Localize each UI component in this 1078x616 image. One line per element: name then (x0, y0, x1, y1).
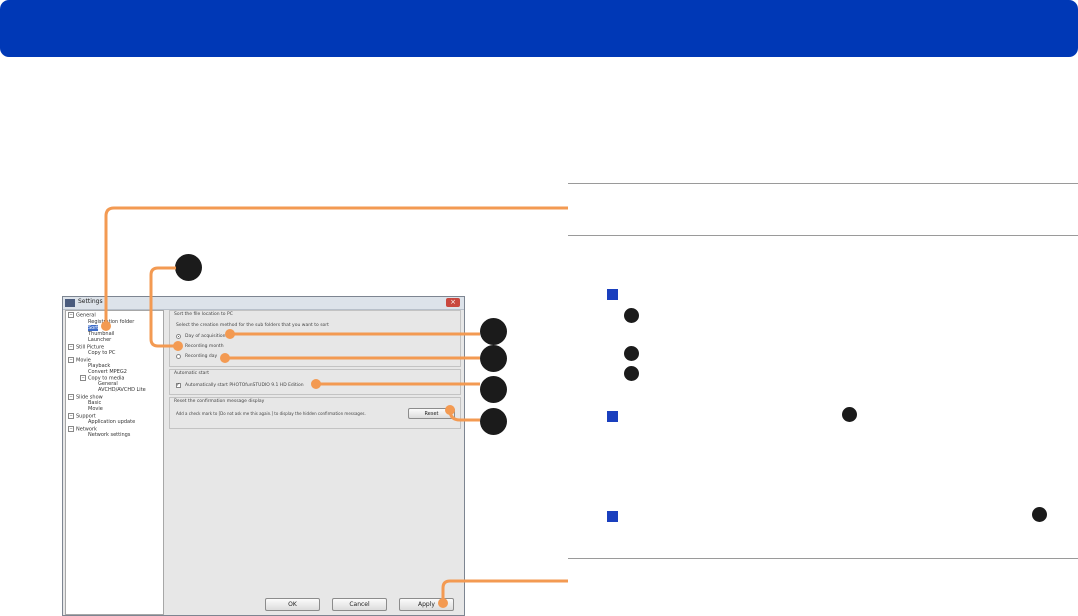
collapse-icon[interactable]: − (68, 394, 74, 400)
close-icon[interactable]: × (446, 298, 460, 307)
number-marker-3 (624, 366, 639, 381)
settings-window: Settings × − General Registration folder … (62, 296, 465, 616)
window-title-bar: Settings × (63, 297, 464, 310)
collapse-icon[interactable]: − (80, 375, 86, 381)
number-marker-1 (624, 308, 639, 323)
tree-item-network-settings[interactable]: Network settings (88, 432, 130, 438)
section-bullet-2 (607, 411, 618, 422)
cancel-button[interactable]: Cancel (332, 598, 387, 611)
radio-day-of-acquisition[interactable] (176, 334, 181, 339)
divider-3 (568, 558, 1078, 559)
number-marker-2 (624, 346, 639, 361)
autostart-label[interactable]: Automatically start PHOTOfunSTUDIO 9.1 H… (185, 383, 304, 388)
autostart-group: Automatic start ✓ Automatically start PH… (169, 369, 461, 395)
sort-group-title: Sort the file location to PC (174, 312, 233, 317)
reset-button[interactable]: Reset (408, 408, 455, 419)
collapse-icon[interactable]: − (68, 357, 74, 363)
divider-2 (568, 235, 1078, 236)
radio-label-recording-day[interactable]: Recording day (185, 354, 217, 359)
callout-marker-2 (480, 318, 507, 345)
tree-item-copy-to-pc[interactable]: Copy to PC (88, 350, 115, 356)
header-bar (0, 0, 1078, 57)
callout-marker-3 (480, 345, 507, 372)
reset-group: Reset the confirmation message display A… (169, 397, 461, 429)
window-title: Settings (78, 298, 103, 305)
sort-group: Sort the file location to PC Select the … (169, 310, 461, 367)
tree-item-launcher[interactable]: Launcher (88, 337, 111, 343)
reset-group-title: Reset the confirmation message display (174, 399, 265, 404)
app-icon (65, 299, 75, 307)
number-marker-4 (842, 407, 857, 422)
reset-description: Add a check mark to [Do not ask me this … (176, 411, 366, 416)
settings-tree[interactable]: − General Registration folder Sort Thumbn… (65, 310, 164, 615)
collapse-icon[interactable]: − (68, 413, 74, 419)
radio-label-day-of-acquisition[interactable]: Day of acquisition (185, 334, 226, 339)
callout-marker-4 (480, 376, 507, 403)
ok-button[interactable]: OK (265, 598, 320, 611)
tree-item-general[interactable]: − General (68, 312, 96, 319)
apply-button[interactable]: Apply (399, 598, 454, 611)
number-marker-5 (1032, 507, 1047, 522)
collapse-icon[interactable]: − (68, 344, 74, 350)
sort-description: Select the creation method for the sub f… (176, 323, 329, 328)
callout-marker-1 (175, 254, 202, 281)
collapse-icon[interactable]: − (68, 426, 74, 432)
callout-marker-5 (480, 408, 507, 435)
autostart-group-title: Automatic start (174, 371, 209, 376)
collapse-icon[interactable]: − (68, 312, 74, 318)
radio-recording-month[interactable] (176, 344, 181, 349)
divider-top (568, 183, 1078, 184)
radio-label-recording-month[interactable]: Recording month (185, 344, 224, 349)
section-bullet-1 (607, 289, 618, 300)
checkmark-icon: ✓ (176, 382, 181, 388)
tree-item-avchd[interactable]: AVCHD/AVCHD Lite (98, 387, 146, 393)
tree-item-slideshow-movie[interactable]: Movie (88, 406, 103, 412)
section-bullet-3 (607, 511, 618, 522)
tree-item-application-update[interactable]: Application update (88, 419, 135, 425)
radio-recording-day[interactable] (176, 354, 181, 359)
